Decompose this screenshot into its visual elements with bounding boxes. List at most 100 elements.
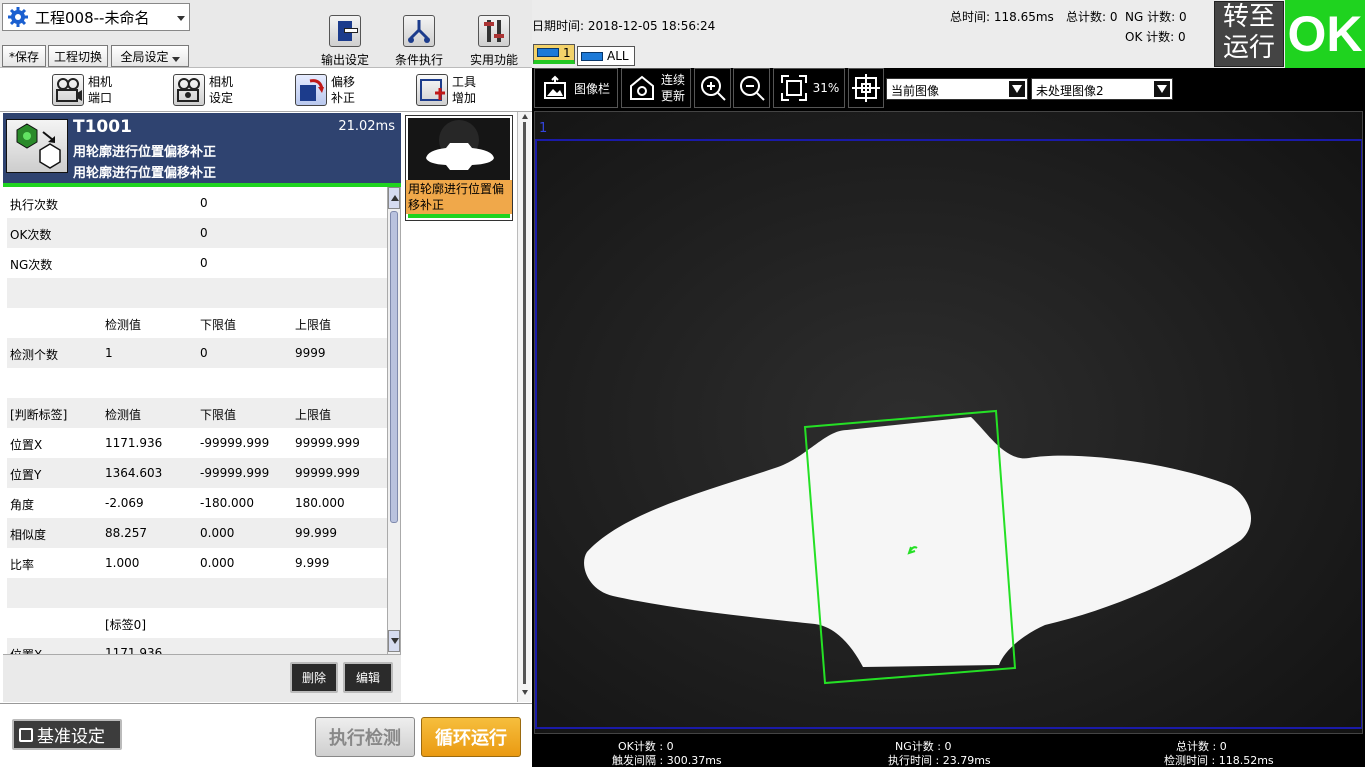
zoom-in-icon [700, 76, 726, 101]
contour-tool-icon [6, 119, 68, 173]
col-lower: 下限值 [200, 318, 237, 332]
offset-l1: 偏移 [331, 75, 356, 89]
ng-count: NG 计数: 0 [1125, 10, 1187, 24]
row-label: 比率 [10, 558, 35, 572]
export-icon [329, 15, 361, 47]
camera-tab-all[interactable]: ALL [577, 46, 635, 66]
result-indicator: OK [1285, 0, 1365, 68]
unprocessed-image-value: 未处理图像2 [1036, 84, 1104, 98]
global-settings-label: 全局设定 [120, 49, 169, 64]
add-tool-l1: 工具 [452, 75, 477, 89]
zoom-percent: 31% [812, 81, 840, 95]
table-row: 比率 1.000 0.000 9.999 [7, 548, 387, 578]
camera-settings-l1: 相机 [209, 75, 234, 89]
image-bar-label: 图像栏 [573, 81, 610, 96]
camera-image: 1 [535, 112, 1362, 733]
scroll-down-icon[interactable] [522, 690, 528, 695]
fit-zoom-button[interactable]: 31% [773, 68, 845, 108]
global-settings-button[interactable]: 全局设定 [111, 45, 189, 67]
project-selector[interactable]: 工程008--未命名 [2, 3, 190, 31]
camera-port-button[interactable]: 相机 端口 [52, 70, 124, 110]
save-button[interactable]: *保存 [2, 45, 46, 67]
col-measured: 检测值 [105, 408, 142, 422]
scroll-thumb[interactable] [523, 122, 526, 684]
camera-settings-icon [173, 74, 205, 106]
row-lower: -99999.999 [200, 436, 270, 450]
offset-l2: 补正 [331, 91, 356, 105]
conditional-exec-button[interactable]: 条件执行 [376, 2, 462, 68]
thumbnail-status-bar [408, 214, 510, 218]
row-upper: 9.999 [295, 556, 330, 570]
tool-name: 用轮廓进行位置偏移补正 [73, 145, 217, 160]
chevron-down-icon [1154, 81, 1170, 97]
status-bar: OK计数 : 0 触发间隔 : 300.37ms NG计数 : 0 执行时间 :… [534, 736, 1363, 767]
table-row: 相似度 88.257 0.000 99.999 [7, 518, 387, 548]
tool-id: T1001 [73, 117, 132, 137]
status-detect-time: 检测时间 : 118.52ms [1164, 754, 1274, 767]
image-source-select[interactable]: 当前图像 [886, 78, 1028, 100]
switch-run-line1: 转至 [1222, 2, 1275, 32]
row-label: 相似度 [10, 528, 47, 542]
status-exec-time: 执行时间 : 23.79ms [888, 754, 991, 767]
table-header-row: 检测值 下限值 上限值 [7, 308, 387, 338]
detect-value: 1 [105, 346, 113, 360]
zoom-in-button[interactable] [694, 68, 731, 108]
switch-to-run-button[interactable]: 转至 运行 [1214, 1, 1284, 67]
scroll-thumb[interactable] [390, 211, 398, 523]
scroll-up-button[interactable] [388, 187, 400, 209]
delete-button[interactable]: 删除 [290, 662, 338, 693]
col-lower: 下限值 [200, 408, 237, 422]
camera-tab-1-label: 1 [563, 45, 571, 60]
table-row [7, 578, 387, 608]
table-row: [标签0] [7, 608, 387, 638]
results-table: 执行次数 0 OK次数 0 NG次数 0 检测值 下限值 上限值 检测个数 1 0 9999 [… [3, 187, 401, 654]
add-tool-button[interactable]: 工具 增加 [416, 70, 488, 110]
tool-card[interactable]: T1001 21.02ms 用轮廓进行位置偏移补正 用轮廓进行位置偏移补正 [3, 113, 401, 185]
zoom-out-button[interactable] [733, 68, 770, 108]
row-value: 1171.936 [105, 436, 163, 450]
exec-detect-button[interactable]: 执行检测 [315, 717, 415, 757]
row-label: 角度 [10, 498, 35, 512]
roi-select-button[interactable] [848, 68, 884, 108]
image-bar-button[interactable]: 图像栏 [534, 68, 618, 108]
row-value: 1.000 [105, 556, 140, 570]
add-tool-l2: 增加 [452, 91, 477, 105]
scroll-down-button[interactable] [388, 630, 400, 652]
scroll-up-icon[interactable] [522, 114, 528, 119]
camera-index: 1 [539, 121, 547, 136]
tool-list-scrollbar[interactable] [517, 112, 531, 702]
tool-subtitle: 用轮廓进行位置偏移补正 [73, 166, 217, 181]
unprocessed-image-select[interactable]: 未处理图像2 [1031, 78, 1173, 100]
baseline-icon [19, 727, 33, 742]
judge-label: [判断标签] [10, 408, 68, 422]
table-row: 位置X 1171.936 -99999.999 99999.999 [7, 428, 387, 458]
utility-button[interactable]: 实用功能 [451, 2, 537, 68]
tool-thumbnail[interactable]: 用轮廓进行位置偏移补正 [405, 115, 513, 221]
row-lower: 0.000 [200, 526, 235, 540]
ok-count-label: OK次数 [10, 228, 52, 242]
results-scrollbar[interactable] [387, 187, 400, 654]
exec-detect-label: 执行检测 [329, 728, 401, 749]
image-canvas[interactable]: 1 [534, 111, 1363, 734]
project-switch-button[interactable]: 工程切换 [48, 45, 108, 67]
table-row: 位置X 1171.936 [7, 638, 387, 654]
status-trigger-interval: 触发间隔 : 300.37ms [612, 754, 722, 767]
col-upper: 上限值 [295, 318, 332, 332]
table-header-row: [判断标签] 检测值 下限值 上限值 [7, 398, 387, 428]
camera-refresh-icon [629, 75, 654, 100]
offset-correction-button[interactable]: 偏移 补正 [295, 70, 367, 110]
project-title: 工程008--未命名 [35, 8, 150, 27]
baseline-settings-button[interactable]: 基准设定 [12, 719, 122, 750]
edit-button[interactable]: 编辑 [343, 662, 393, 693]
image-bar-icon [543, 75, 566, 99]
camera-settings-button[interactable]: 相机 设定 [173, 70, 245, 110]
loop-run-button[interactable]: 循环运行 [421, 717, 521, 757]
camera-tab-1[interactable]: 1 [533, 44, 575, 64]
row-upper: 180.000 [295, 496, 345, 510]
continuous-update-button[interactable]: 连续 更新 [621, 68, 691, 108]
chevron-down-icon [177, 16, 185, 21]
ok-count-value: 0 [200, 226, 208, 240]
camera-icon [537, 48, 559, 57]
row-lower: 0.000 [200, 556, 235, 570]
exec-count-label: 执行次数 [10, 198, 59, 212]
